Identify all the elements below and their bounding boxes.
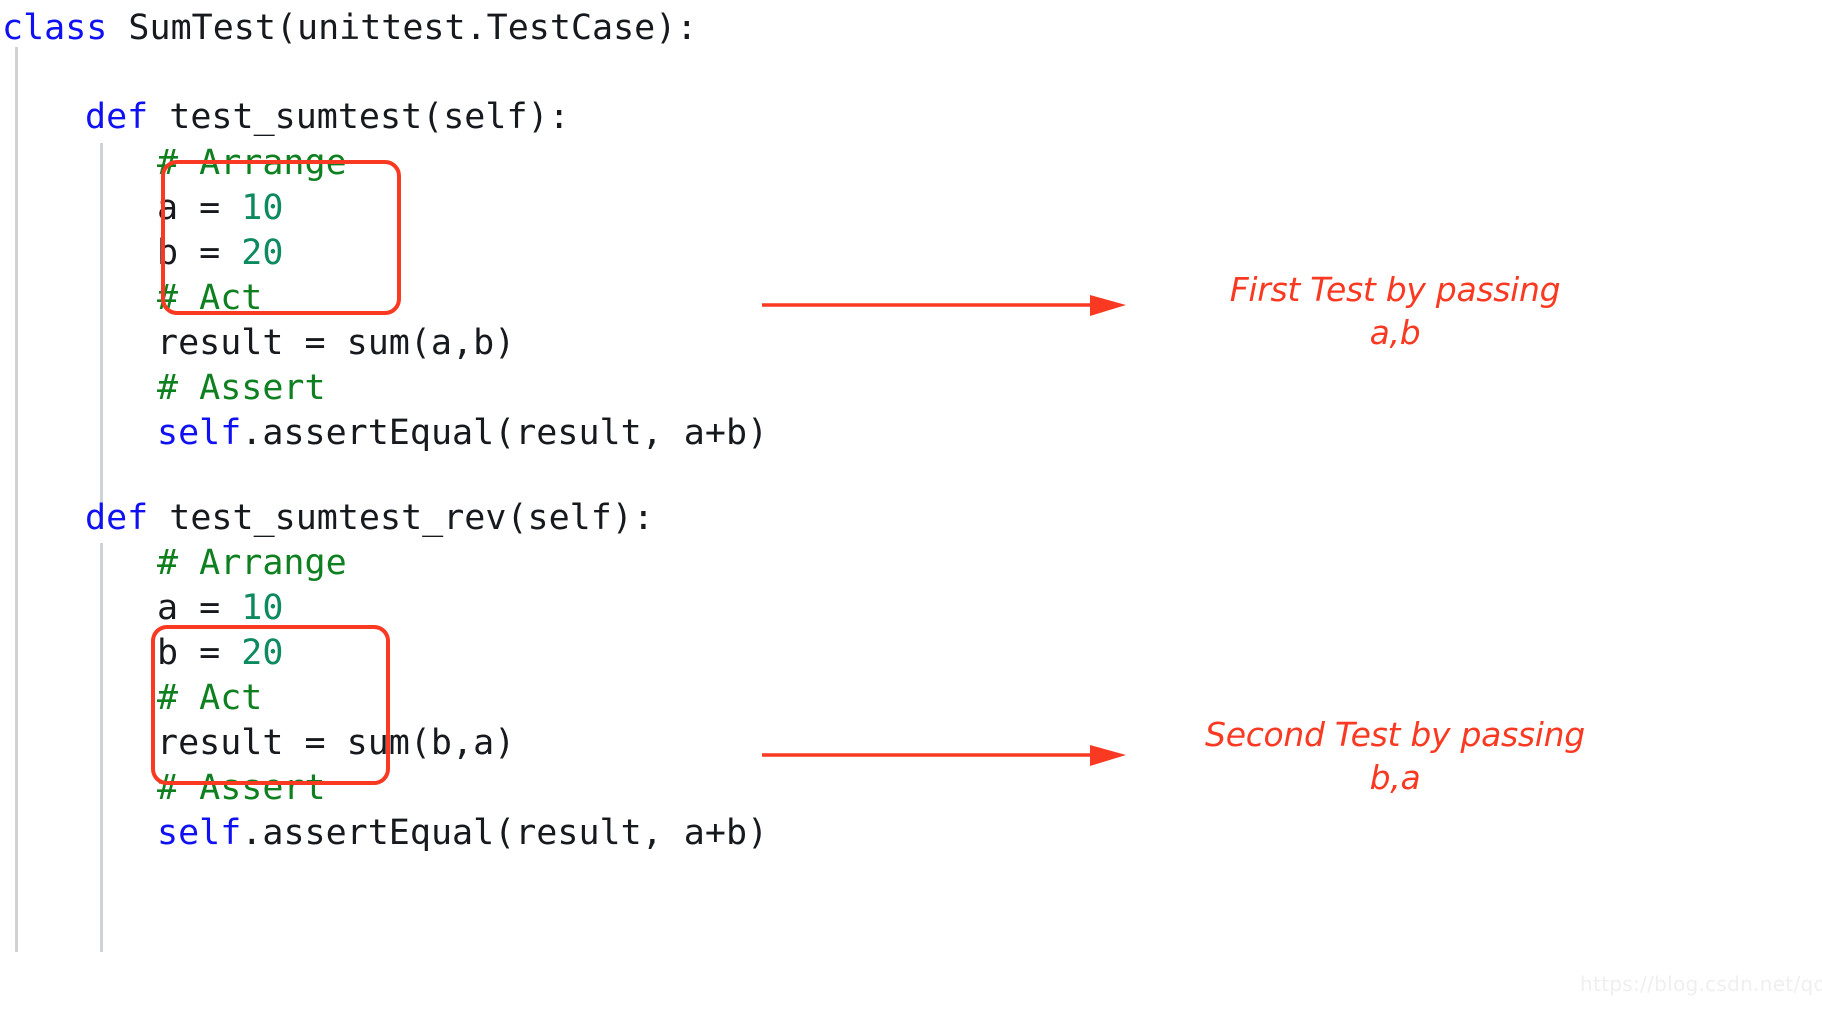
code-token-cmt: # Assert — [157, 368, 326, 408]
code-line: def test_sumtest(self): — [85, 95, 570, 140]
code-token-pln: a = — [157, 588, 242, 628]
code-token-pln: SumTest(unittest.TestCase): — [107, 8, 698, 48]
code-token-pln: .assertEqual(result, a+b) — [241, 413, 769, 453]
code-token-kw: self — [157, 413, 242, 453]
code-token-kw: self — [157, 813, 242, 853]
code-line: # Assert — [157, 366, 326, 411]
code-token-cmt: # Arrange — [157, 543, 347, 583]
code-token-pln: .assertEqual(result, a+b) — [241, 813, 769, 853]
code-line: # Arrange — [157, 541, 347, 586]
code-token-kw: class — [2, 8, 108, 48]
code-token-pln: test_sumtest_rev(self): — [148, 498, 654, 538]
code-block: class SumTest(unittest.TestCase): def tes… — [0, 0, 1100, 1012]
code-line: self.assertEqual(result, a+b) — [157, 411, 768, 456]
annotation-label-first: First Test by passing a,b — [1229, 270, 1561, 352]
code-line: class SumTest(unittest.TestCase): — [2, 6, 697, 51]
code-line: result = sum(a,b) — [157, 321, 515, 366]
watermark-url: https://blog.csdn.net/qq_22096121 — [1580, 972, 1822, 996]
code-token-pln: result = sum(a,b) — [157, 323, 516, 363]
annotation-arrow-first — [762, 295, 1126, 316]
code-token-pln: test_sumtest(self): — [148, 97, 570, 137]
arrange-block-highlight-second — [151, 625, 390, 785]
code-token-kw: def — [85, 498, 149, 538]
code-line: self.assertEqual(result, a+b) — [157, 811, 768, 856]
code-token-kw: def — [85, 97, 149, 137]
code-line: def test_sumtest_rev(self): — [85, 496, 654, 541]
annotation-arrow-second — [762, 745, 1126, 766]
code-token-num: 10 — [241, 588, 284, 628]
slide-canvas: class SumTest(unittest.TestCase): def tes… — [0, 0, 1822, 1012]
annotation-label-second: Second Test by passing b,a — [1205, 715, 1585, 797]
arrange-block-highlight-first — [161, 160, 401, 315]
